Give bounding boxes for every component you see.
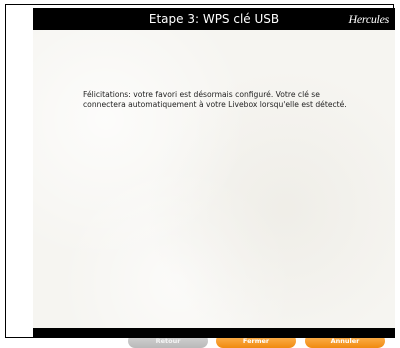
confirmation-message: Félicitations: votre favori est désormai… xyxy=(83,90,347,109)
title-bar: Etape 3: WPS clé USB Hercules xyxy=(33,8,395,30)
content-panel: Félicitations: votre favori est désormai… xyxy=(33,30,395,348)
wizard-window: Etape 3: WPS clé USB Hercules Félicitati… xyxy=(33,8,395,348)
bottom-bar xyxy=(33,328,395,338)
brand-logo: Hercules xyxy=(348,12,390,26)
window-title: Etape 3: WPS clé USB xyxy=(148,12,280,26)
